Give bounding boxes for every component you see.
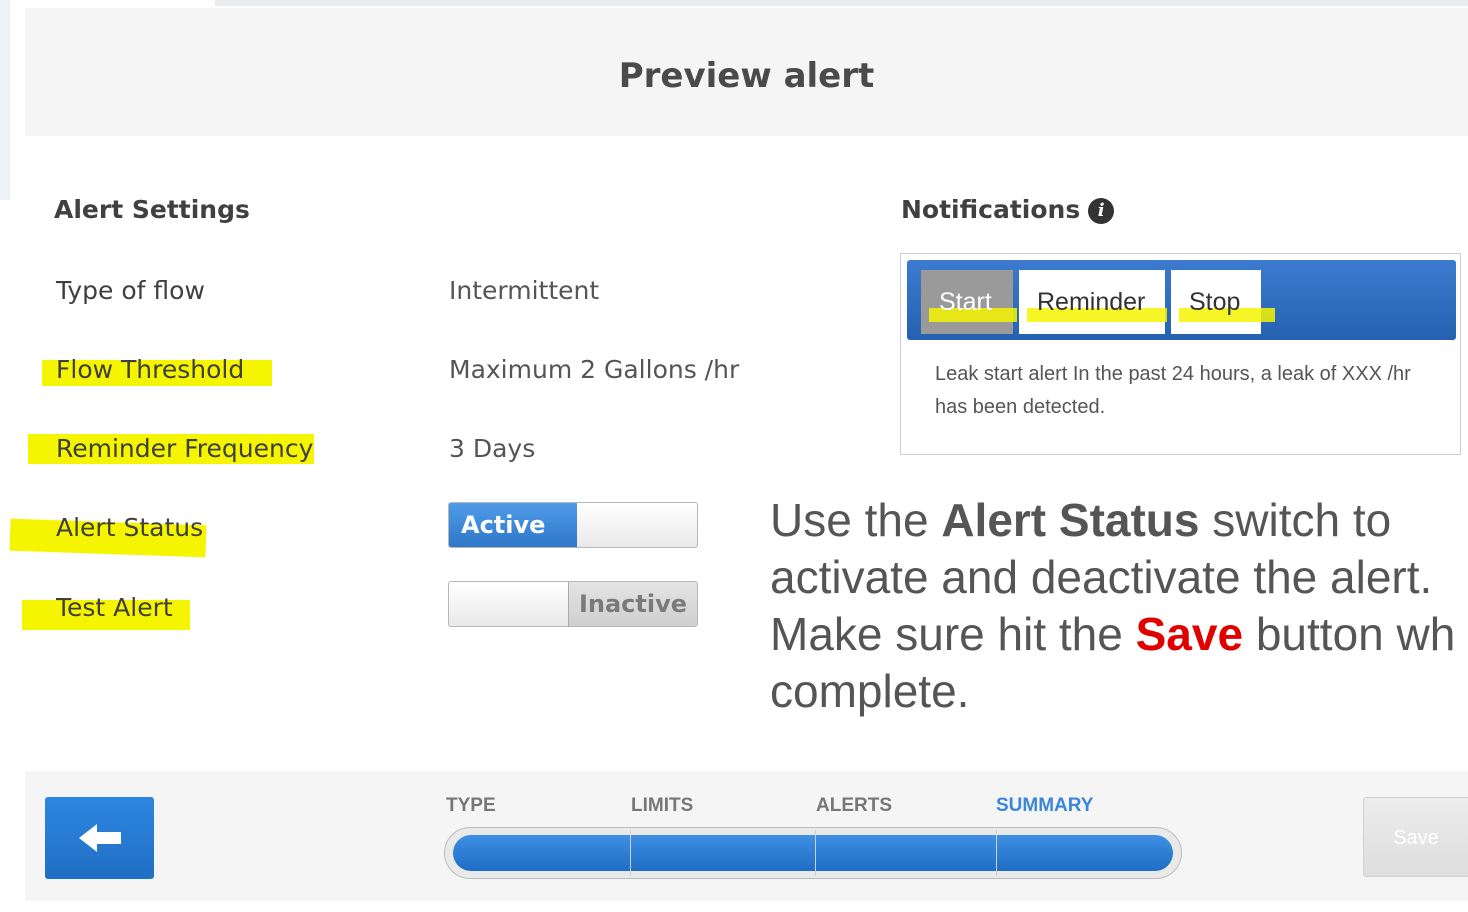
page-title: Preview alert [618,56,875,96]
progress-bar [444,827,1182,879]
instruction-text: Use the Alert Status switch to activate … [770,492,1468,720]
step-summary[interactable]: SUMMARY [996,795,1093,817]
instruction-part4: button wh [1243,608,1456,660]
tab-stop-label: Stop [1189,288,1241,316]
save-button[interactable]: Save [1363,797,1468,877]
left-panel-fragment [0,0,10,200]
top-strip [215,0,1468,6]
info-icon[interactable]: i [1088,198,1115,224]
instruction-part2: switch to [1199,494,1392,546]
instruction-alert-status: Alert Status [941,494,1200,546]
value-reminder-frequency: 3 Days [449,434,536,463]
instruction-line-4: complete. [770,665,970,717]
step-limits[interactable]: LIMITS [631,795,693,817]
label-flow-threshold: Flow Threshold [56,355,245,384]
notifications-panel: Start Reminder Stop Leak start alert In … [900,253,1461,455]
notifications-title: Notifications i [901,195,1115,224]
instruction-save: Save [1135,608,1244,660]
arrow-left-icon [79,824,121,852]
progress-divider-3 [996,830,997,876]
tab-stop[interactable]: Stop [1171,270,1275,334]
progress-divider-2 [815,830,816,876]
notification-message: Leak start alert In the past 24 hours, a… [935,363,1411,418]
header-bar: Preview alert [25,8,1468,136]
progress-divider-1 [630,830,631,876]
label-reminder-frequency: Reminder Frequency [56,434,314,463]
label-alert-status: Alert Status [56,513,204,542]
notifications-title-text: Notifications [901,195,1081,224]
tab-reminder[interactable]: Reminder [1019,270,1167,334]
tab-reminder-label: Reminder [1037,288,1146,316]
tab-start[interactable]: Start [921,270,1017,334]
progress-fill [453,835,1173,871]
test-alert-toggle-off: Inactive [568,582,697,626]
back-button[interactable] [45,797,154,879]
instruction-part3: Make sure hit the [770,608,1136,660]
value-flow-threshold: Maximum 2 Gallons /hr [449,355,740,384]
alert-status-toggle-on: Active [449,503,577,547]
instruction-line-1: Use the Alert Status switch to [770,492,1468,549]
step-type[interactable]: TYPE [446,795,496,817]
value-type-of-flow: Intermittent [449,276,600,305]
label-test-alert: Test Alert [56,593,173,622]
tab-start-label: Start [939,288,992,316]
instruction-part1: Use the [770,494,942,546]
notification-tabs: Start Reminder Stop [907,260,1456,340]
test-alert-toggle[interactable]: Inactive [448,581,698,627]
step-alerts[interactable]: ALERTS [816,795,892,817]
instruction-line-2: activate and deactivate the alert. [770,551,1433,603]
instruction-line-3: Make sure hit the Save button wh [770,606,1468,663]
alert-settings-title: Alert Settings [54,195,250,224]
label-type-of-flow: Type of flow [56,276,205,305]
alert-status-toggle[interactable]: Active [448,502,698,548]
